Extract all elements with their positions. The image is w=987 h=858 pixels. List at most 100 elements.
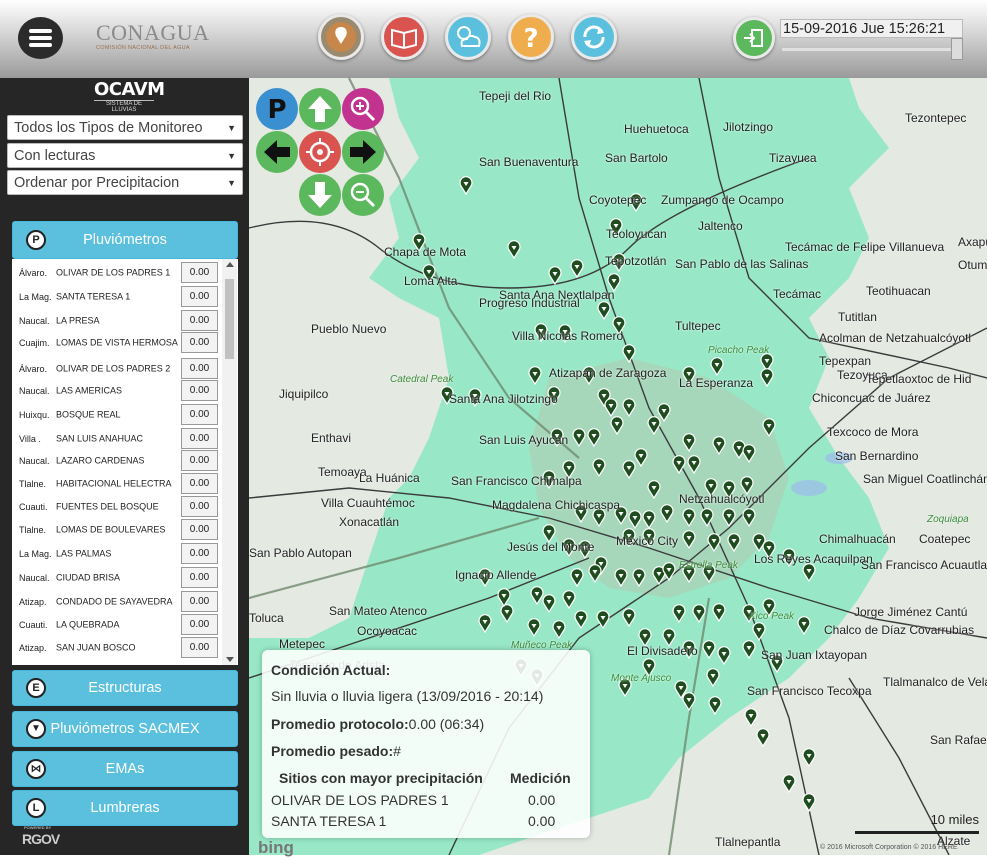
help-button[interactable]: ? <box>508 14 554 60</box>
monitoring-type-select[interactable]: Todos los Tipos de Monitoreo ▼ <box>7 115 243 140</box>
station-list-scrollbar[interactable] <box>222 259 237 665</box>
station-marker[interactable] <box>782 774 796 794</box>
pan-right-button[interactable] <box>342 131 384 173</box>
estructura-e-icon: E <box>26 678 46 698</box>
feature-label: Catedral Peak <box>390 374 454 385</box>
chevron-down-icon: ▼ <box>227 178 236 188</box>
top-site-name: OLIVAR DE LOS PADRES 1 <box>271 792 449 808</box>
pan-left-button[interactable] <box>256 131 298 173</box>
list-item[interactable]: Cuajim. LOMAS DE VISTA HERMOSA 0.00 <box>12 332 222 354</box>
parking-button[interactable]: P <box>256 88 298 130</box>
list-item[interactable]: Álvaro. OLIVAR DE LOS PADRES 2 0.00 <box>12 358 222 380</box>
location-button[interactable] <box>318 14 364 60</box>
station-name: CIUDAD BRISA <box>56 572 121 583</box>
parking-icon: P <box>267 95 286 125</box>
list-item[interactable]: Huixqu. BOSQUE REAL 0.00 <box>12 404 222 426</box>
feature-label: Picacho Peak <box>708 345 770 356</box>
info-panel: Condición Actual: Sin lluvia o lluvia li… <box>262 650 590 838</box>
list-item[interactable]: Atizap. SAN JUAN BOSCO 0.00 <box>12 637 222 659</box>
target-icon <box>306 138 334 166</box>
place-label: Tlalmanalco de Velázquez <box>883 675 987 689</box>
pluviometros-header[interactable]: P Pluviómetros <box>12 221 238 259</box>
sacmex-header[interactable]: ▼ Pluviómetros SACMEX <box>12 711 238 747</box>
exit-button[interactable] <box>733 17 775 59</box>
list-item[interactable]: Naucal. LAS AMERICAS 0.00 <box>12 380 222 402</box>
feature-label: Zoquiapa <box>927 514 969 525</box>
condition-value: Sin lluvia o lluvia ligera (13/09/2016 -… <box>271 688 544 704</box>
place-label: San Juan Ixtayopan <box>761 648 868 662</box>
list-item[interactable]: Cuauti. LA QUEBRADA 0.00 <box>12 614 222 636</box>
list-item[interactable]: Naucal. CIUDAD BRISA 0.00 <box>12 567 222 589</box>
list-item[interactable]: Naucal. LA PRESA 0.00 <box>12 310 222 332</box>
place-label: Acolman de Netzahualcóyotl <box>819 331 972 345</box>
station-value: 0.00 <box>181 543 218 564</box>
station-value: 0.00 <box>181 591 218 612</box>
station-marker[interactable] <box>756 728 770 748</box>
menu-button[interactable] <box>18 17 63 59</box>
list-item[interactable]: La Mag. LAS PALMAS 0.00 <box>12 543 222 565</box>
zoom-in-icon <box>350 96 376 122</box>
station-value: 0.00 <box>181 380 218 401</box>
place-label: Tecámac <box>773 287 822 301</box>
measurement-column-header: Medición <box>510 770 571 786</box>
weather-button[interactable] <box>445 14 491 60</box>
list-item[interactable]: Villa . SAN LUIS ANAHUAC 0.00 <box>12 428 222 450</box>
ema-icon: ⋈ <box>26 759 46 779</box>
pan-down-button[interactable] <box>299 174 341 216</box>
municipality-abbr: Naucal. <box>19 386 50 396</box>
chevron-down-icon: ▼ <box>227 123 236 133</box>
place-label: Tultepec <box>675 319 721 333</box>
list-item[interactable]: Atizap. CONDADO DE SAYAVEDRA 0.00 <box>12 591 222 613</box>
place-label: San Francisco Tecoxpa <box>747 684 872 698</box>
scroll-thumb[interactable] <box>225 279 234 359</box>
list-item[interactable]: La Mag. SANTA TERESA 1 0.00 <box>12 286 222 308</box>
municipality-abbr: Huixqu. <box>19 410 50 420</box>
municipality-abbr: Álvaro. <box>19 268 48 278</box>
station-name: LOMAS DE VISTA HERMOSA <box>56 337 178 348</box>
time-slider-track[interactable] <box>782 48 958 51</box>
list-item[interactable]: Naucal. LAZARO CARDENAS 0.00 <box>12 450 222 472</box>
bing-logo: bing <box>258 838 294 857</box>
list-item[interactable]: Cuauti. FUENTES DEL BOSQUE 0.00 <box>12 496 222 518</box>
sort-select[interactable]: Ordenar por Precipitacion ▼ <box>7 170 243 195</box>
place-label: Tezontepec <box>905 111 967 125</box>
zoom-in-button[interactable] <box>342 88 384 130</box>
feature-label: Monte Ajusco <box>611 673 672 684</box>
station-value: 0.00 <box>181 310 218 331</box>
readings-select[interactable]: Con lecturas ▼ <box>7 143 243 168</box>
municipality-abbr: Naucal. <box>19 316 50 326</box>
municipality-abbr: Tlalne. <box>19 525 47 535</box>
station-value: 0.00 <box>181 286 218 307</box>
emas-header[interactable]: ⋈ EMAs <box>12 751 238 787</box>
scroll-up-icon[interactable] <box>226 262 234 267</box>
pan-up-button[interactable] <box>299 88 341 130</box>
station-marker[interactable] <box>802 748 816 768</box>
zoom-out-button[interactable] <box>342 174 384 216</box>
place-label: Tizayuca <box>769 151 817 165</box>
station-name: LAZARO CARDENAS <box>56 455 145 466</box>
refresh-button[interactable] <box>571 14 617 60</box>
station-marker[interactable] <box>744 708 758 728</box>
station-name: LAS PALMAS <box>56 548 112 559</box>
lumbreras-header[interactable]: L Lumbreras <box>12 790 238 826</box>
estructuras-header[interactable]: E Estructuras <box>12 670 238 706</box>
place-label: Teotihuacan <box>866 284 931 298</box>
station-marker[interactable] <box>802 793 816 813</box>
list-item[interactable]: Tlalne. LOMAS DE BOULEVARES 0.00 <box>12 519 222 541</box>
time-slider-thumb[interactable] <box>951 38 963 60</box>
place-label: Tecámac de Felipe Villanueva <box>785 240 945 254</box>
exit-icon <box>744 29 763 47</box>
book-button[interactable] <box>381 14 427 60</box>
place-label: Tepeji del Rio <box>479 89 552 103</box>
scroll-down-icon[interactable] <box>226 657 234 662</box>
list-item[interactable]: Álvaro. OLIVAR DE LOS PADRES 1 0.00 <box>12 262 222 284</box>
station-name: LA QUEBRADA <box>56 619 120 630</box>
center-button[interactable] <box>299 131 341 173</box>
place-label: Jaltenco <box>698 219 743 233</box>
arrow-left-icon <box>264 140 290 164</box>
place-label: Xonacatlán <box>339 515 400 529</box>
place-label: Teoloyucan <box>606 227 667 241</box>
list-item[interactable]: Tlalne. HABITACIONAL HELECTRA 0.00 <box>12 473 222 495</box>
municipality-abbr: Naucal. <box>19 573 50 583</box>
municipality-abbr: Álvaro. <box>19 364 48 374</box>
